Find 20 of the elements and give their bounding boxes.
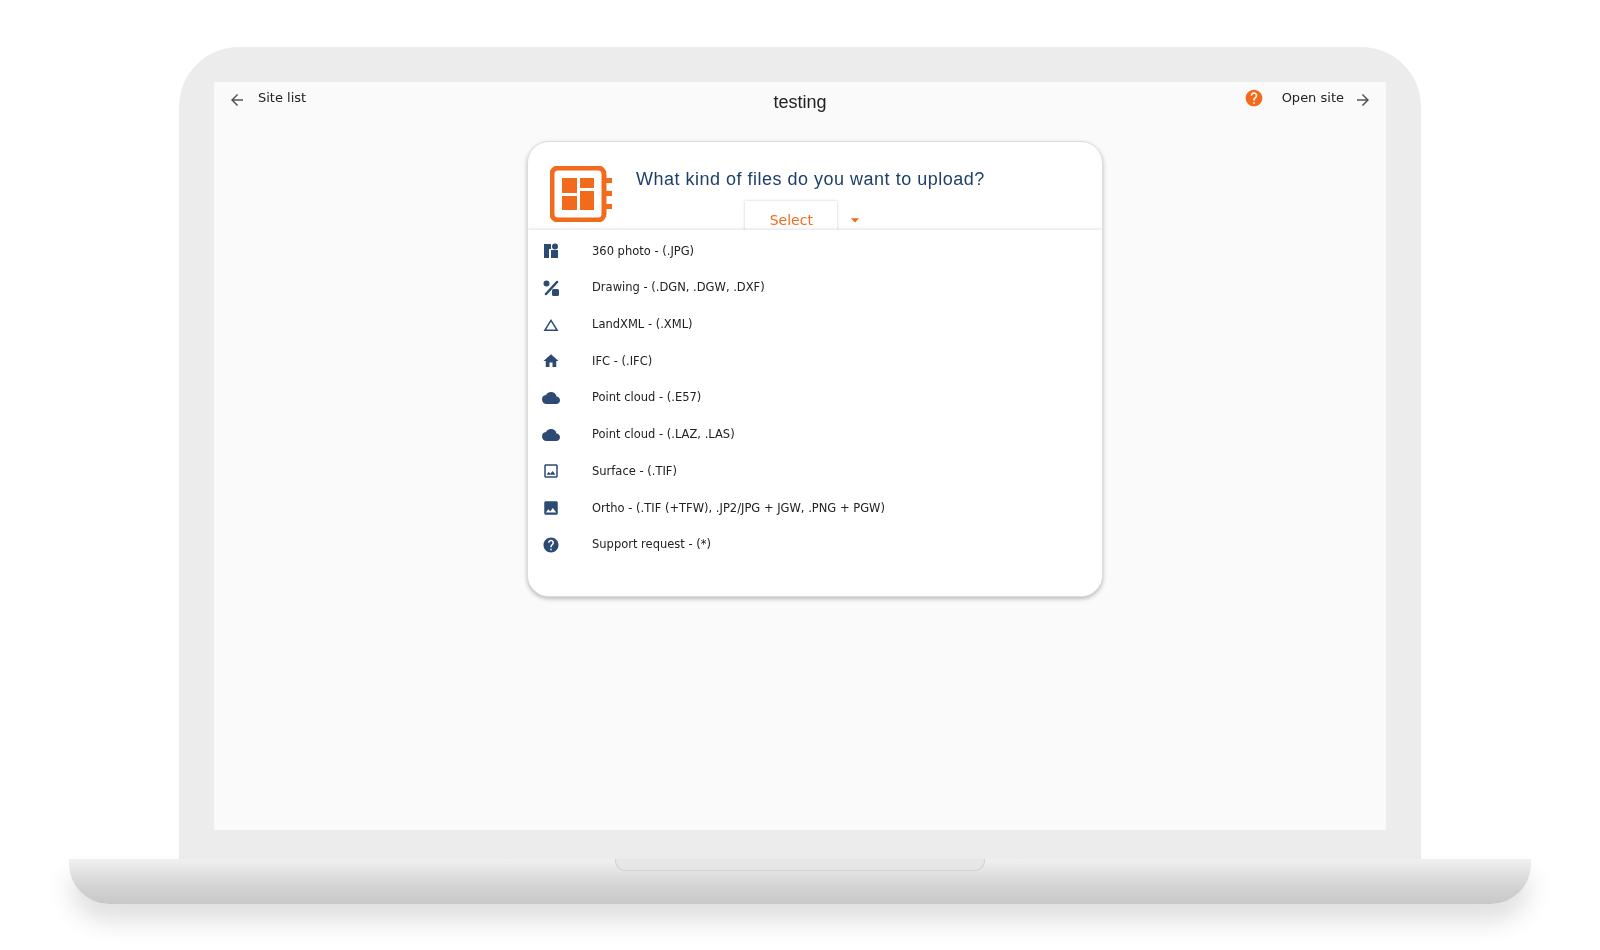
site-list-link[interactable]: Site list xyxy=(258,88,307,108)
site-title: testing xyxy=(773,91,827,114)
open-site-link[interactable]: Open site xyxy=(1281,88,1344,108)
file-type-option[interactable]: Surface - (.TIF) xyxy=(528,453,1102,490)
file-type-option[interactable]: Support request - (*) xyxy=(528,526,1102,564)
image-icon xyxy=(542,462,560,481)
help-icon[interactable] xyxy=(1243,88,1264,108)
dashboard-logo-icon xyxy=(550,166,612,222)
file-type-option[interactable]: IFC - (.IFC) xyxy=(528,343,1102,380)
file-type-option[interactable]: LandXML - (.XML) xyxy=(528,306,1102,344)
photo-icon xyxy=(542,242,560,261)
shapes-icon xyxy=(542,279,560,298)
file-type-option[interactable]: Point cloud - (.E57) xyxy=(528,379,1102,417)
forward-arrow-icon[interactable] xyxy=(1354,91,1372,109)
help-icon xyxy=(542,535,560,554)
upload-question: What kind of files do you want to upload? xyxy=(636,168,985,191)
image-icon xyxy=(542,499,560,518)
file-type-option[interactable]: Point cloud - (.LAZ, .LAS) xyxy=(528,416,1102,454)
file-type-option[interactable]: Ortho - (.TIF (+TFW), .JP2/JPG + JGW, .PNG + PGW) xyxy=(528,489,1102,527)
file-type-option[interactable]: Drawing - (.DGN, .DGW, .DXF) xyxy=(528,269,1102,307)
